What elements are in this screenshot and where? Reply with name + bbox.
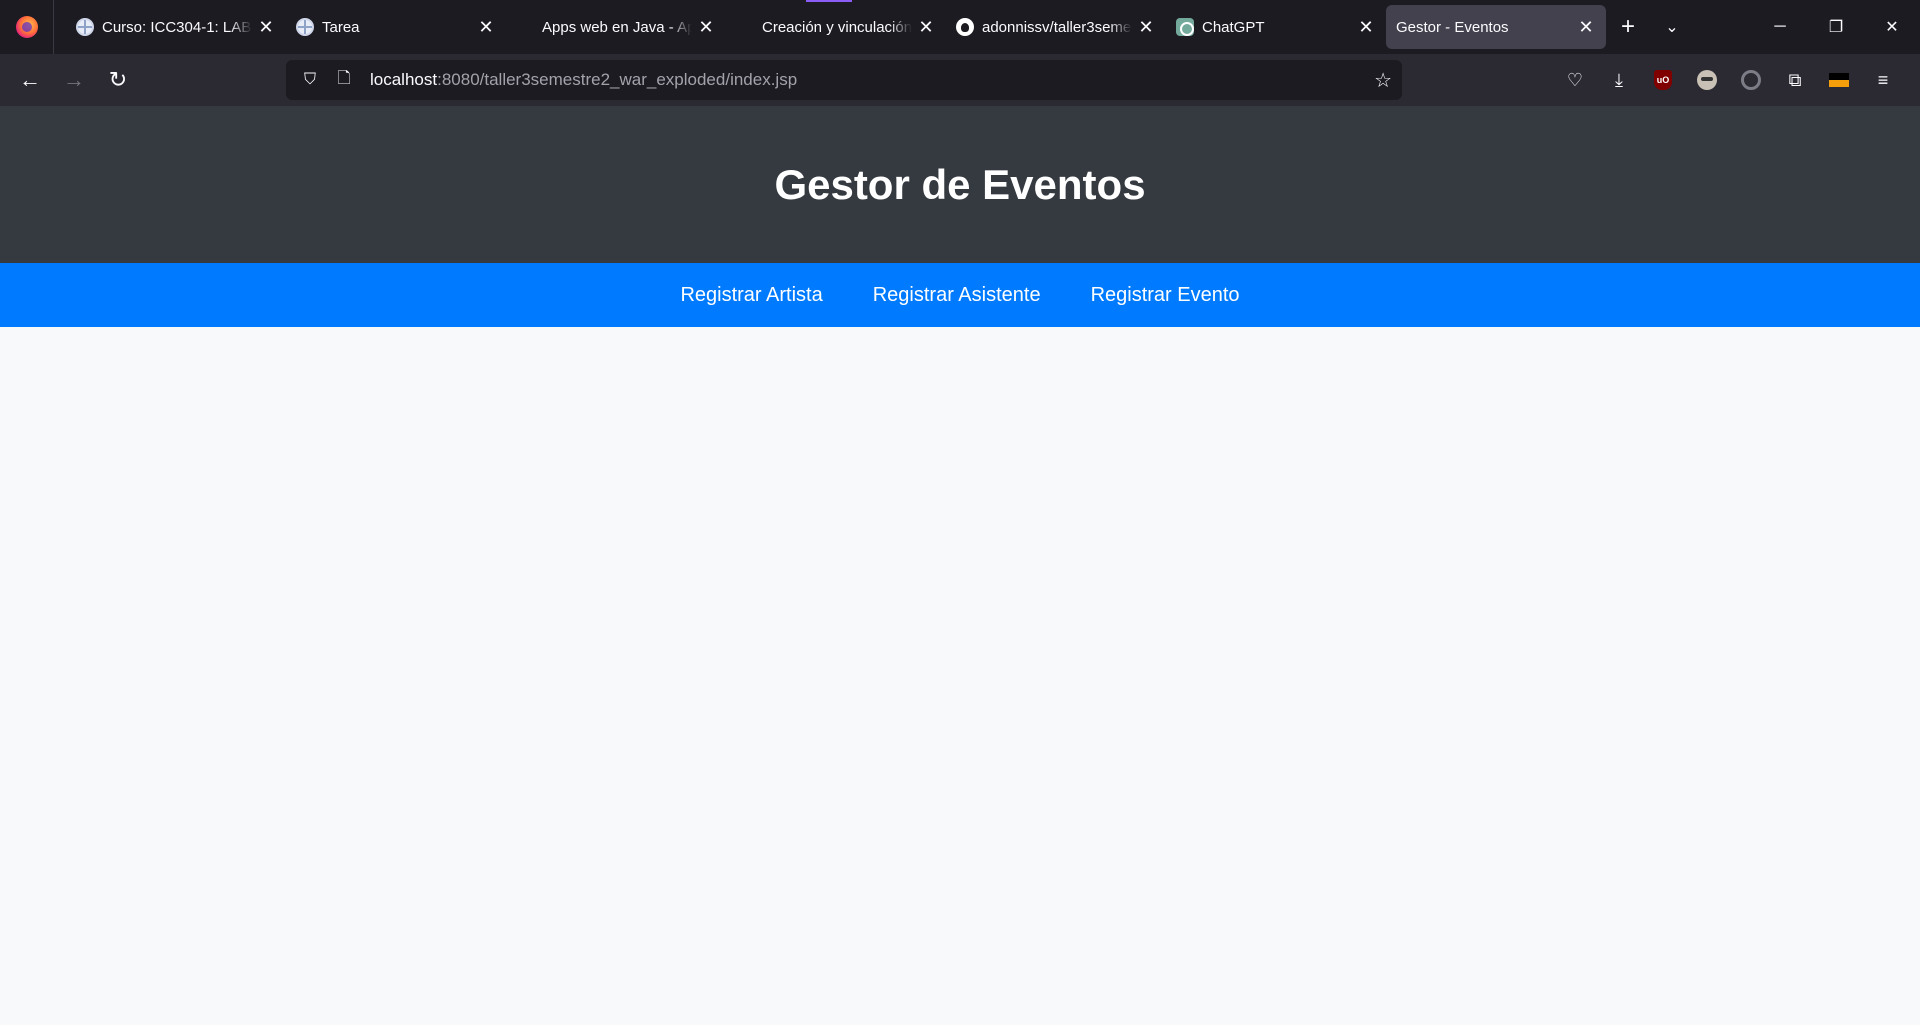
firefox-logo-icon [15, 16, 38, 38]
page-info-icon[interactable]: 🗋 [330, 66, 358, 94]
tab-title: Creación y vinculación con [762, 18, 912, 36]
blank-favicon-icon [736, 18, 754, 36]
tab-gestor-eventos[interactable]: Gestor - Eventos ✕ [1386, 5, 1606, 49]
extension-flag-icon[interactable] [1820, 61, 1858, 99]
hamburger-menu-icon[interactable]: ≡ [1864, 61, 1902, 99]
nav-link-registrar-evento[interactable]: Registrar Evento [1091, 284, 1240, 307]
close-icon[interactable]: ✕ [1356, 17, 1376, 37]
plus-icon: + [1620, 13, 1635, 40]
pocket-icon[interactable]: ♡ [1556, 61, 1594, 99]
toolbar-extensions: ♡ ⤓ uO ⧉ ≡ [1556, 61, 1912, 99]
reload-button[interactable]: ↻ [96, 60, 140, 100]
restore-button[interactable]: ❐ [1808, 0, 1864, 54]
tab-title: Curso: ICC304-1: LABO [102, 18, 252, 36]
firefox-menu-button[interactable] [0, 0, 54, 54]
main-content [0, 327, 1920, 1025]
nav-link-registrar-asistente[interactable]: Registrar Asistente [873, 284, 1041, 307]
globe-icon [76, 18, 94, 36]
extensions-puzzle-icon[interactable]: ⧉ [1776, 61, 1814, 99]
arrow-right-icon: → [63, 67, 85, 92]
url-bar[interactable]: ⛉ 🗋 localhost:8080/taller3semestre2_war_… [286, 60, 1402, 100]
nav-link-registrar-artista[interactable]: Registrar Artista [680, 284, 822, 307]
tab-title: adonnissv/taller3seme [982, 18, 1132, 36]
github-icon [956, 18, 974, 36]
close-icon[interactable]: ✕ [916, 17, 936, 37]
chevron-down-icon: ⌄ [1665, 19, 1679, 36]
site-header: Gestor de Eventos [0, 106, 1920, 263]
page-title: Gestor de Eventos [774, 160, 1146, 208]
tab-apps-web-java[interactable]: Apps web en Java - Apps w ✕ [506, 5, 726, 49]
tab-curso[interactable]: Curso: ICC304-1: LABO ✕ [66, 5, 286, 49]
chatgpt-icon [1176, 18, 1194, 36]
reload-icon: ↻ [108, 67, 128, 92]
window-controls: ─ ❐ ✕ [1752, 0, 1920, 54]
close-icon[interactable]: ✕ [256, 17, 276, 37]
navigation-toolbar: ← → ↻ ⛉ 🗋 localhost:8080/taller3semestre… [0, 54, 1920, 106]
tab-activity-indicator [806, 0, 852, 2]
minimize-button[interactable]: ─ [1752, 0, 1808, 54]
arrow-left-icon: ← [19, 67, 41, 92]
tab-title: Apps web en Java - Apps w [542, 18, 692, 36]
tab-tarea[interactable]: Tarea ✕ [286, 5, 506, 49]
forward-button[interactable]: → [52, 60, 96, 100]
close-window-button[interactable]: ✕ [1864, 0, 1920, 54]
tab-title: Gestor - Eventos [1396, 18, 1509, 36]
back-button[interactable]: ← [8, 60, 52, 100]
tab-title: Tarea [322, 18, 360, 36]
extension-face-icon[interactable] [1688, 61, 1726, 99]
url-host: localhost [370, 70, 438, 89]
url-text[interactable]: localhost:8080/taller3semestre2_war_expl… [370, 70, 1374, 90]
url-path: :8080/taller3semestre2_war_exploded/inde… [437, 70, 798, 89]
ublock-origin-icon[interactable]: uO [1644, 61, 1682, 99]
tab-strip: Curso: ICC304-1: LABO ✕ Tarea ✕ Apps web… [54, 0, 1606, 54]
blank-favicon-icon [516, 18, 534, 36]
restore-icon: ❐ [1828, 19, 1844, 36]
bookmark-star-icon[interactable]: ☆ [1374, 68, 1392, 93]
close-icon[interactable]: ✕ [696, 17, 716, 37]
tab-chatgpt[interactable]: ChatGPT ✕ [1166, 5, 1386, 49]
tab-bar: Curso: ICC304-1: LABO ✕ Tarea ✕ Apps web… [0, 0, 1920, 54]
close-icon[interactable]: ✕ [476, 17, 496, 37]
page-viewport: Gestor de Eventos Registrar Artista Regi… [0, 106, 1920, 1025]
globe-icon [296, 18, 314, 36]
tracking-protection-shield-icon[interactable]: ⛉ [296, 66, 324, 94]
minimize-icon: ─ [1774, 18, 1786, 35]
download-icon[interactable]: ⤓ [1600, 61, 1638, 99]
close-icon: ✕ [1885, 19, 1899, 36]
list-all-tabs-button[interactable]: ⌄ [1650, 0, 1694, 54]
tab-github[interactable]: adonnissv/taller3seme ✕ [946, 5, 1166, 49]
new-tab-button[interactable]: + [1606, 0, 1650, 54]
site-nav: Registrar Artista Registrar Asistente Re… [0, 263, 1920, 327]
tab-creacion-vinculacion[interactable]: Creación y vinculación con ✕ [726, 0, 946, 49]
dark-reader-icon[interactable] [1732, 61, 1770, 99]
close-icon[interactable]: ✕ [1576, 17, 1596, 37]
close-icon[interactable]: ✕ [1136, 17, 1156, 37]
tab-title: ChatGPT [1202, 18, 1265, 36]
